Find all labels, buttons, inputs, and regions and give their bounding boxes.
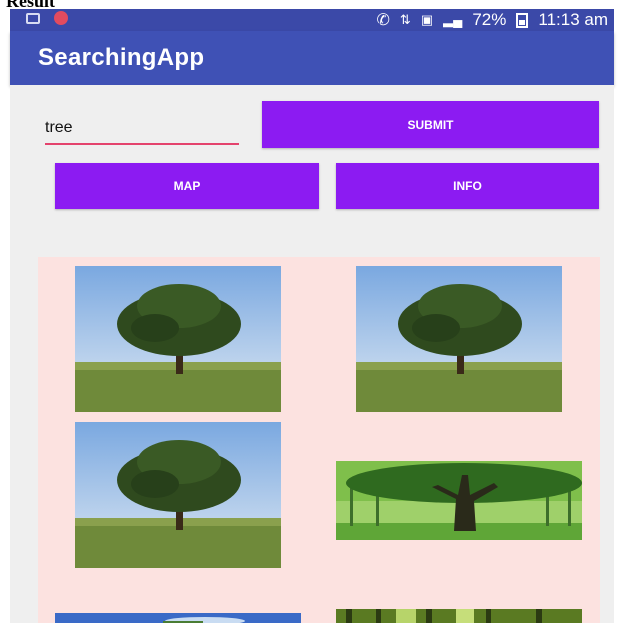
app-bar: SearchingApp <box>10 31 614 85</box>
map-button[interactable]: MAP <box>55 163 319 209</box>
results-grid <box>38 257 600 623</box>
record-icon <box>54 11 68 25</box>
image-icon <box>26 12 40 24</box>
result-image-5[interactable] <box>55 613 301 623</box>
signal-icon: ▂▄ <box>443 12 463 27</box>
info-button[interactable]: INFO <box>336 163 599 209</box>
result-image-2[interactable] <box>356 266 562 412</box>
result-image-3[interactable] <box>75 422 281 568</box>
battery-icon <box>516 12 529 28</box>
call-icon: ✆ <box>376 12 390 29</box>
main-content: SUBMIT MAP INFO <box>10 85 614 623</box>
data-icon: ⇅ <box>399 12 411 27</box>
result-image-6[interactable] <box>336 609 582 623</box>
sim-icon: ▣ <box>420 12 434 27</box>
status-bar: ✆ ⇅ ▣ ▂▄ 72% 11:13 am <box>10 9 614 31</box>
battery-percent: 72% <box>472 10 507 29</box>
submit-button[interactable]: SUBMIT <box>262 101 599 148</box>
result-image-1[interactable] <box>75 266 281 412</box>
clock: 11:13 am <box>538 10 608 29</box>
search-input[interactable] <box>45 113 239 145</box>
result-image-4[interactable] <box>336 461 582 540</box>
app-title: SearchingApp <box>38 44 205 71</box>
